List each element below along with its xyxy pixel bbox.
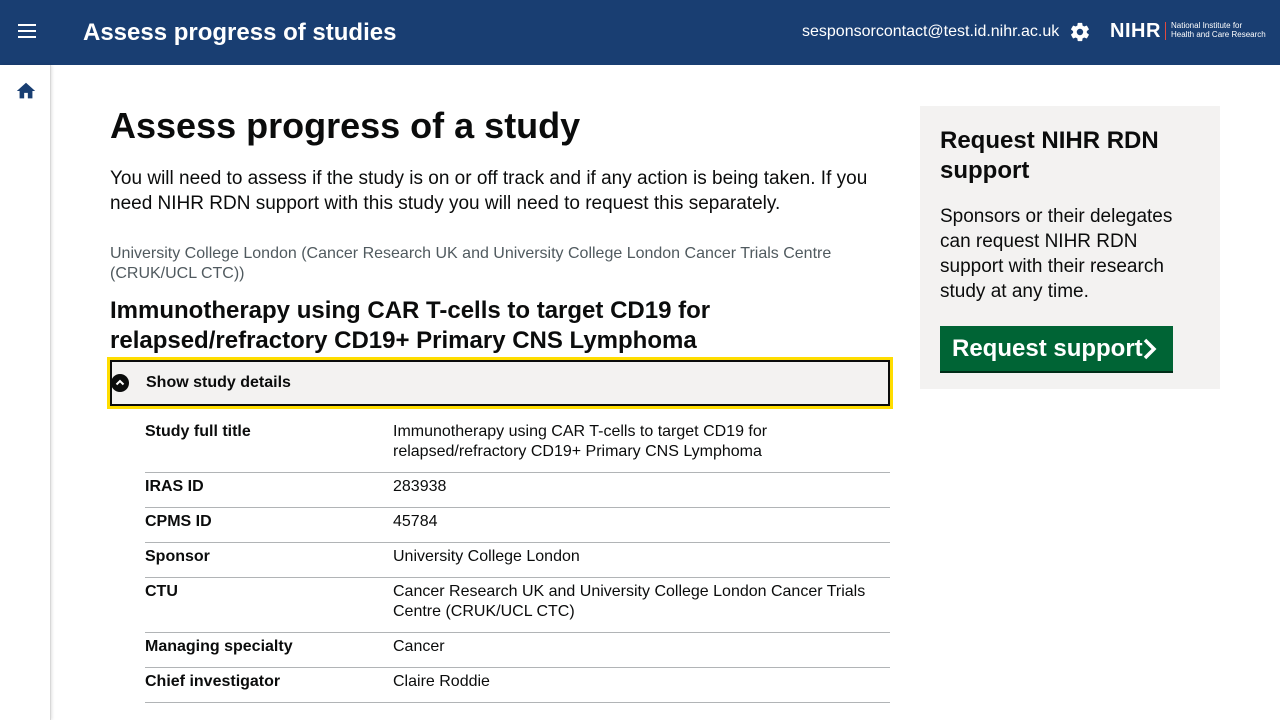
app-title: Assess progress of studies	[83, 19, 397, 46]
study-title: Immunotherapy using CAR T-cells to targe…	[110, 297, 711, 354]
panel-title: Request NIHR RDN support	[940, 127, 1159, 184]
gear-icon[interactable]	[1069, 21, 1091, 43]
details-row: Sponsor University College London	[145, 543, 890, 578]
details-value: University College London	[393, 548, 580, 565]
chevron-right-icon	[1143, 338, 1157, 360]
logo-subtitle: National Institute for Health and Care R…	[1171, 21, 1266, 39]
panel-text: Sponsors or their delegates can request …	[940, 206, 1173, 302]
details-value: 283938	[393, 478, 447, 495]
details-key: CPMS ID	[145, 513, 212, 530]
details-row: IRAS ID 283938	[145, 473, 890, 508]
logo-divider	[1165, 22, 1166, 40]
chevron-up-circle-icon	[111, 374, 129, 392]
details-value: Cancer	[393, 638, 445, 655]
request-support-button[interactable]: Request support	[940, 326, 1173, 371]
home-icon[interactable]	[15, 80, 37, 102]
details-key: CTU	[145, 583, 178, 600]
details-key: IRAS ID	[145, 478, 204, 495]
logo-subtitle-line1: National Institute for	[1171, 21, 1243, 30]
logo-subtitle-line2: Health and Care Research	[1171, 30, 1266, 39]
nihr-logo[interactable]: NIHR National Institute for Health and C…	[1110, 20, 1268, 44]
top-header: Assess progress of studies sesponsorcont…	[0, 0, 1280, 65]
details-row: CTU Cancer Research UK and University Co…	[145, 578, 890, 633]
side-navigation	[0, 65, 51, 720]
study-details-list: Study full title Immunotherapy using CAR…	[145, 422, 890, 703]
details-row: Chief investigator Claire Roddie	[145, 668, 890, 703]
details-value: Claire Roddie	[393, 673, 490, 690]
details-row: CPMS ID 45784	[145, 508, 890, 543]
details-value: 45784	[393, 513, 438, 530]
logo-wordmark: NIHR	[1110, 20, 1161, 42]
button-label: Request support	[952, 335, 1143, 362]
details-key: Managing specialty	[145, 638, 293, 655]
details-key: Sponsor	[145, 548, 210, 565]
details-row: Managing specialty Cancer	[145, 633, 890, 668]
show-study-details-toggle[interactable]: Show study details	[107, 357, 893, 409]
main-content: Assess progress of a study You will need…	[107, 105, 893, 703]
user-email: sesponsorcontact@test.id.nihr.ac.uk	[802, 23, 1060, 40]
details-key: Chief investigator	[145, 673, 281, 690]
intro-text: You will need to assess if the study is …	[110, 168, 868, 214]
page-title: Assess progress of a study	[110, 105, 581, 146]
details-row: Study full title Immunotherapy using CAR…	[145, 422, 890, 473]
details-value: Immunotherapy using CAR T-cells to targe…	[393, 423, 768, 460]
organisation-caption: University College London (Cancer Resear…	[110, 245, 832, 282]
details-value: Cancer Research UK and University Colleg…	[393, 583, 866, 620]
details-key: Study full title	[145, 423, 251, 440]
toggle-label: Show study details	[146, 374, 291, 391]
request-support-panel: Request NIHR RDN support Sponsors or the…	[920, 106, 1220, 389]
hamburger-menu-icon[interactable]	[14, 20, 40, 46]
